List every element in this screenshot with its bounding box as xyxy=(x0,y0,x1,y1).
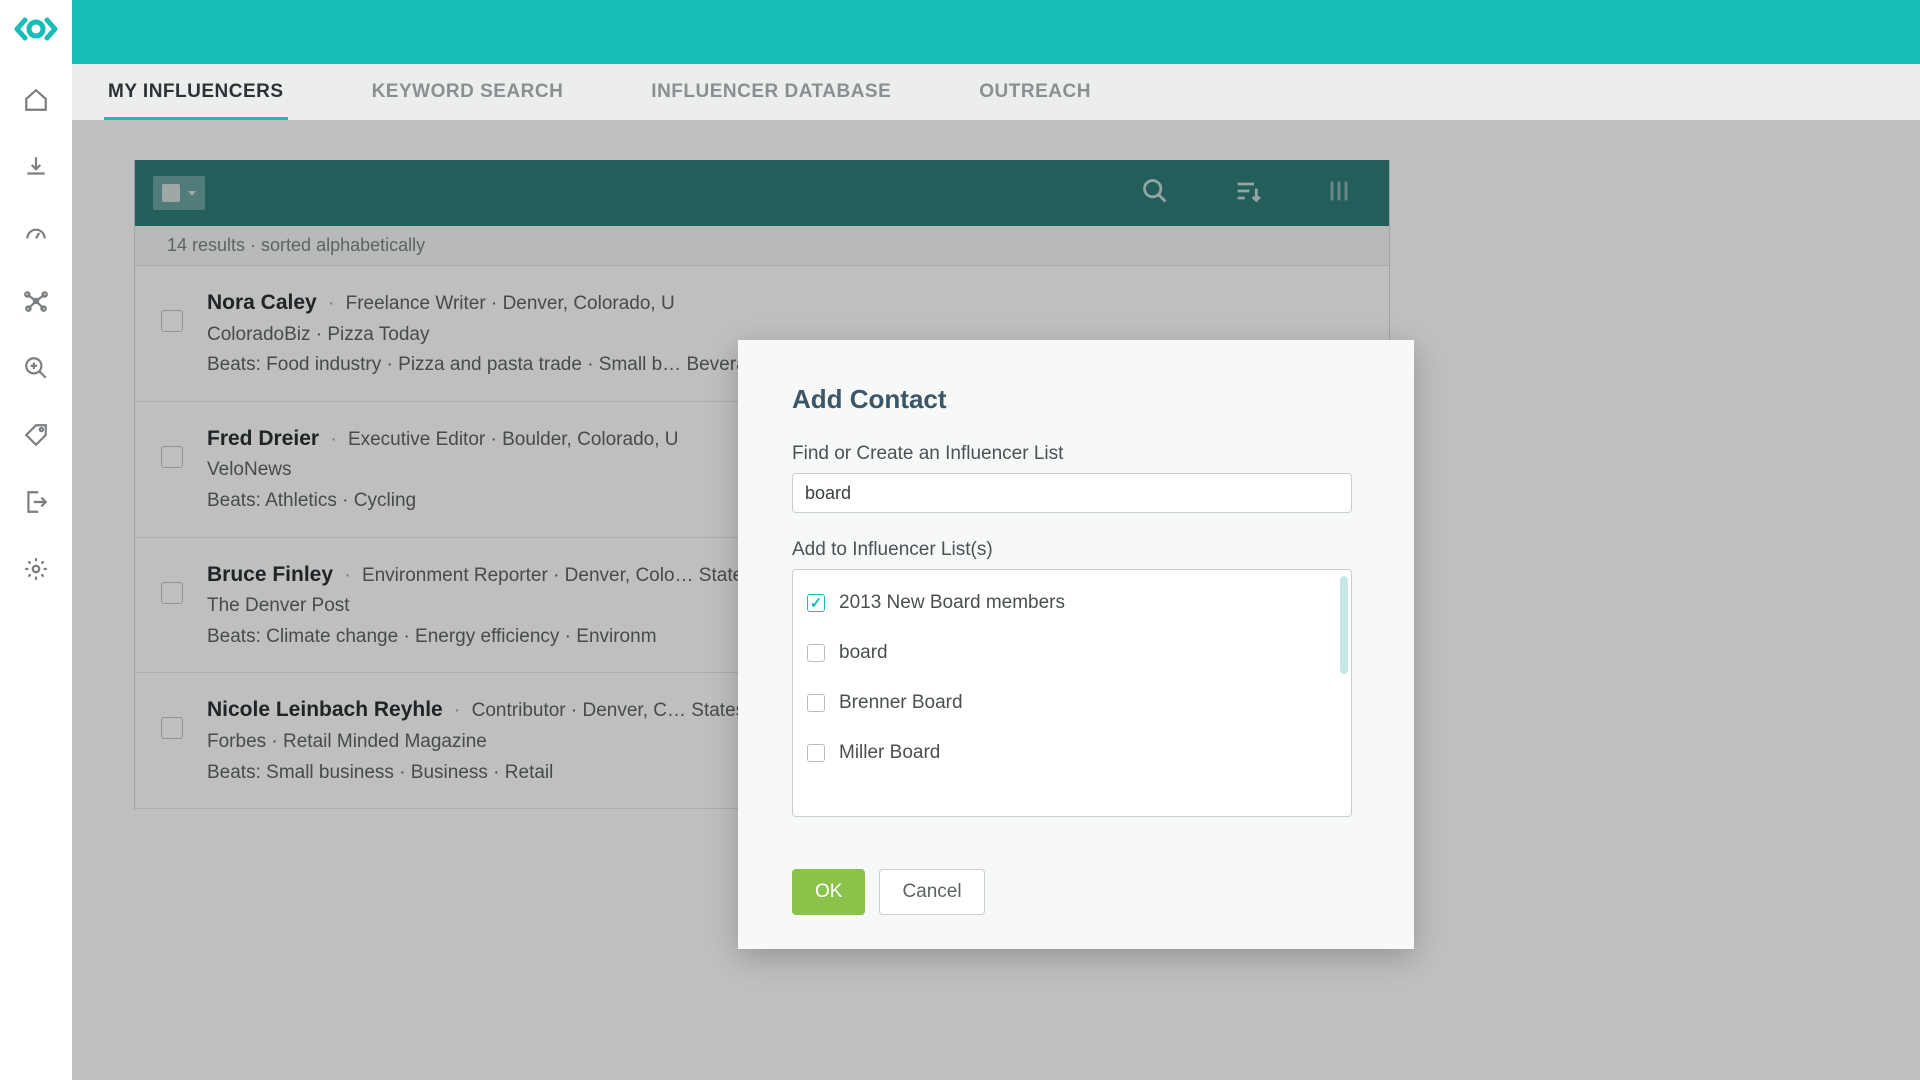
ok-button[interactable]: OK xyxy=(792,869,865,915)
modal-actions: OK Cancel xyxy=(792,869,1360,915)
list-option[interactable]: Miller Board xyxy=(801,728,1343,778)
list-option[interactable]: Brenner Board xyxy=(801,678,1343,728)
logo-eye-icon xyxy=(11,12,61,51)
list-option-label: Miller Board xyxy=(839,742,940,764)
tab-outreach[interactable]: OUTREACH xyxy=(975,65,1095,120)
main-column: MY INFLUENCERS KEYWORD SEARCH INFLUENCER… xyxy=(72,0,1920,1080)
tab-influencer-database[interactable]: INFLUENCER DATABASE xyxy=(647,65,895,120)
tab-my-influencers[interactable]: MY INFLUENCERS xyxy=(104,65,288,120)
list-option-label: 2013 New Board members xyxy=(839,592,1065,614)
influencer-list-box[interactable]: 2013 New Board members board Brenner Boa… xyxy=(792,569,1352,817)
gauge-icon[interactable] xyxy=(23,221,49,252)
modal-title: Add Contact xyxy=(792,384,1360,415)
list-option-label: board xyxy=(839,642,888,664)
checkbox-icon[interactable] xyxy=(807,594,825,612)
tag-icon[interactable] xyxy=(23,422,49,453)
gear-icon[interactable] xyxy=(23,556,49,587)
checkbox-icon[interactable] xyxy=(807,744,825,762)
list-option[interactable]: 2013 New Board members xyxy=(801,578,1343,628)
find-list-label: Find or Create an Influencer List xyxy=(792,443,1360,465)
left-rail xyxy=(0,0,72,1080)
network-icon[interactable] xyxy=(23,288,49,319)
logout-icon[interactable] xyxy=(23,489,49,520)
home-icon[interactable] xyxy=(23,87,49,118)
top-bar xyxy=(72,0,1920,64)
body-wrap: 14 results · sorted alphabetically Nora … xyxy=(72,120,1920,1080)
list-option[interactable]: board xyxy=(801,628,1343,678)
checkbox-icon[interactable] xyxy=(807,644,825,662)
search-plus-icon[interactable] xyxy=(23,355,49,386)
find-list-input[interactable] xyxy=(792,473,1352,513)
tab-strip: MY INFLUENCERS KEYWORD SEARCH INFLUENCER… xyxy=(72,64,1920,120)
cancel-button[interactable]: Cancel xyxy=(879,869,984,915)
checkbox-icon[interactable] xyxy=(807,694,825,712)
list-option-label: Brenner Board xyxy=(839,692,963,714)
add-to-lists-label: Add to Influencer List(s) xyxy=(792,539,1360,561)
tab-keyword-search[interactable]: KEYWORD SEARCH xyxy=(368,65,568,120)
app-root: MY INFLUENCERS KEYWORD SEARCH INFLUENCER… xyxy=(0,0,1920,1080)
download-icon[interactable] xyxy=(23,154,49,185)
add-contact-modal: Add Contact Find or Create an Influencer… xyxy=(738,340,1414,949)
